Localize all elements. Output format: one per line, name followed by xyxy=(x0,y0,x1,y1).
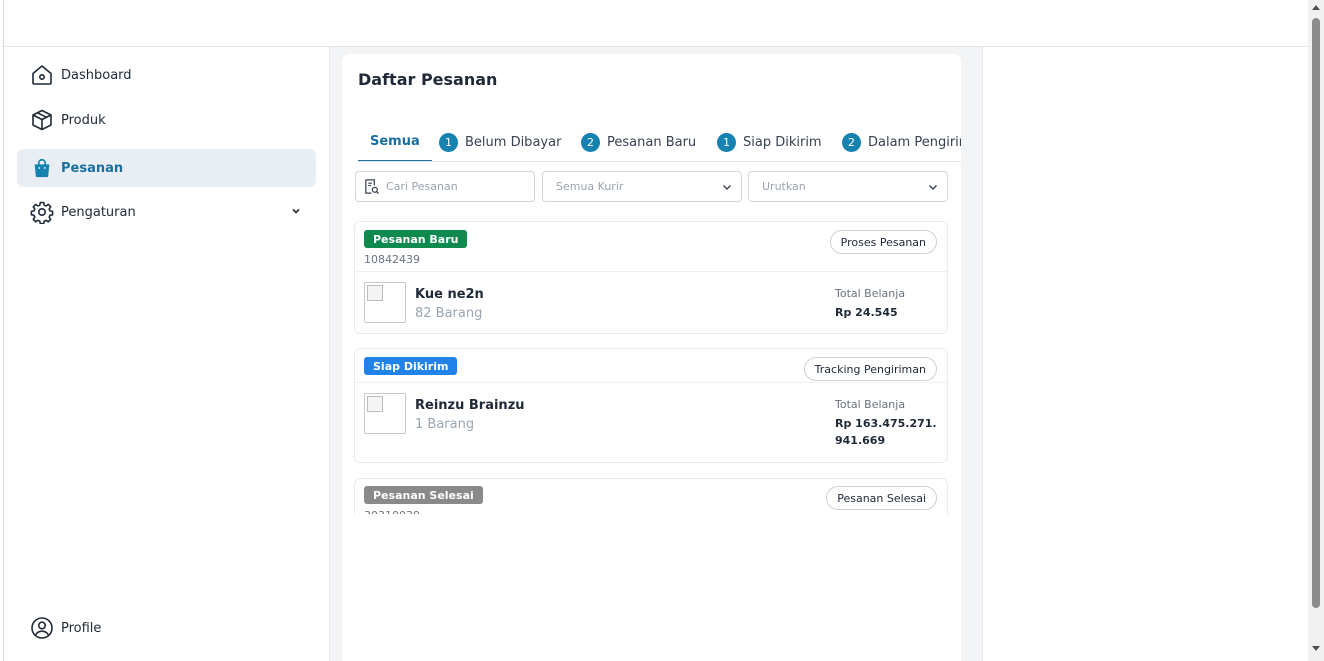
scroll-down-arrow-icon[interactable] xyxy=(1312,646,1320,651)
search-input[interactable] xyxy=(386,180,506,193)
tab-label: Pesanan Baru xyxy=(607,134,697,150)
status-badge: Pesanan Baru xyxy=(364,230,468,248)
total-value: Rp 163.475.271.941.669 xyxy=(835,417,937,447)
sidebar-item-label: Profile xyxy=(61,620,102,636)
chevron-down-icon xyxy=(290,205,302,221)
tab-semua[interactable]: Semua xyxy=(358,122,432,161)
sidebar: Dashboard Produk Pesanan Pengaturan Prof… xyxy=(4,47,330,661)
sidebar-item-dashboard[interactable]: Dashboard xyxy=(17,56,316,94)
user-icon xyxy=(30,616,54,640)
order-tabs: Semua 1 Belum Dibayar 2 Pesanan Baru 1 S… xyxy=(358,122,961,162)
app-window: Dashboard Produk Pesanan Pengaturan Prof… xyxy=(0,0,1324,661)
order-card: Pesanan Baru 10842439 Proses Pesanan Kue… xyxy=(354,221,948,334)
pesanan-selesai-button[interactable]: Pesanan Selesai xyxy=(826,486,937,510)
orders-card: Daftar Pesanan Semua 1 Belum Dibayar 2 P… xyxy=(342,54,961,661)
page-title: Daftar Pesanan xyxy=(358,70,498,89)
search-field xyxy=(355,171,535,202)
order-header: Siap Dikirim Tracking Pengiriman xyxy=(355,349,947,383)
right-panel xyxy=(982,47,1308,661)
shopping-bag-icon xyxy=(30,156,54,180)
chevron-down-icon xyxy=(721,181,733,196)
tab-label: Belum Dibayar xyxy=(465,134,562,150)
tab-belum-dibayar[interactable]: 1 Belum Dibayar xyxy=(439,122,562,161)
scroll-up-arrow-icon[interactable] xyxy=(1312,5,1320,10)
tab-label: Siap Dikirim xyxy=(743,134,822,150)
sort-select[interactable]: Urutkan xyxy=(748,171,948,202)
scroll-thumb[interactable] xyxy=(1312,18,1320,608)
home-icon xyxy=(30,63,54,87)
proses-pesanan-button[interactable]: Proses Pesanan xyxy=(829,230,937,254)
order-item: Kue ne2n 82 Barang Total Belanja Rp 24.5… xyxy=(355,272,947,333)
status-badge: Pesanan Selesai xyxy=(364,486,483,504)
sort-select-value: Urutkan xyxy=(762,180,806,193)
sidebar-item-produk[interactable]: Produk xyxy=(17,101,316,139)
search-receipt-icon xyxy=(363,178,380,195)
product-qty: 82 Barang xyxy=(415,306,483,321)
courier-select-value: Semua Kurir xyxy=(556,180,624,193)
total-value: Rp 24.545 xyxy=(835,306,898,319)
tab-count-badge: 2 xyxy=(842,132,861,152)
product-image xyxy=(364,393,406,434)
scrollbar[interactable] xyxy=(1308,0,1324,661)
product-name: Reinzu Brainzu xyxy=(415,398,525,413)
product-name: Kue ne2n xyxy=(415,287,484,302)
tab-dalam-pengiriman[interactable]: 2 Dalam Pengiriman xyxy=(842,122,961,161)
order-card: Pesanan Selesai 30310039 Pesanan Selesai xyxy=(354,478,948,514)
total-label: Total Belanja xyxy=(835,287,906,300)
tab-pesanan-baru[interactable]: 2 Pesanan Baru xyxy=(581,122,697,161)
tracking-pengiriman-button[interactable]: Tracking Pengiriman xyxy=(803,357,937,381)
sidebar-item-pengaturan[interactable]: Pengaturan xyxy=(17,193,316,231)
order-id: 10842439 xyxy=(364,253,420,266)
sidebar-item-label: Pengaturan xyxy=(61,204,136,220)
order-header: Pesanan Selesai 30310039 Pesanan Selesai xyxy=(355,479,947,514)
chevron-down-icon xyxy=(927,181,939,196)
order-card: Siap Dikirim Tracking Pengiriman Reinzu … xyxy=(354,348,948,463)
courier-select[interactable]: Semua Kurir xyxy=(542,171,742,202)
sidebar-item-pesanan[interactable]: Pesanan xyxy=(17,149,316,187)
tab-count-badge: 1 xyxy=(439,132,458,152)
tab-label: Semua xyxy=(370,133,420,149)
sidebar-item-profile[interactable]: Profile xyxy=(17,609,316,647)
sidebar-item-label: Produk xyxy=(61,112,106,128)
order-item: Reinzu Brainzu 1 Barang Total Belanja Rp… xyxy=(355,383,947,462)
tab-count-badge: 2 xyxy=(581,132,600,152)
top-bar xyxy=(4,0,1308,47)
order-header: Pesanan Baru 10842439 Proses Pesanan xyxy=(355,222,947,272)
box-icon xyxy=(30,108,54,132)
total-label: Total Belanja xyxy=(835,398,906,411)
order-id: 30310039 xyxy=(364,509,420,514)
tab-siap-dikirim[interactable]: 1 Siap Dikirim xyxy=(717,122,822,161)
sidebar-item-label: Dashboard xyxy=(61,67,132,83)
status-badge: Siap Dikirim xyxy=(364,357,458,375)
sidebar-item-label: Pesanan xyxy=(61,160,124,176)
gear-icon xyxy=(30,200,54,224)
product-qty: 1 Barang xyxy=(415,417,475,432)
product-image xyxy=(364,282,406,323)
tab-count-badge: 1 xyxy=(717,132,736,152)
tab-label: Dalam Pengiriman xyxy=(868,134,961,150)
